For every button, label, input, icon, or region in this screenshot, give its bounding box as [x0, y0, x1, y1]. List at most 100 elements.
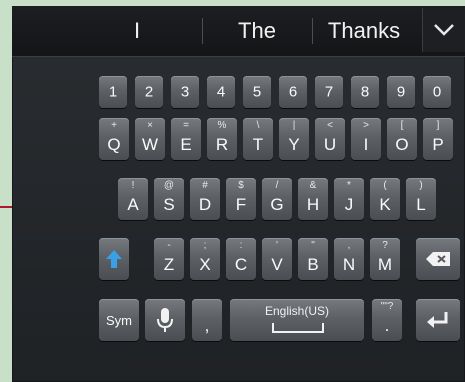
suggestion-divider [312, 18, 313, 44]
key-l[interactable]: ) L [406, 178, 436, 220]
key-label: G [270, 195, 284, 214]
shift-arrow-icon [99, 238, 129, 280]
key-c[interactable]: :C [226, 238, 256, 280]
key-label: 3 [180, 83, 190, 101]
key-label: S [163, 195, 175, 214]
key-label: M [377, 255, 393, 274]
shift-key[interactable] [99, 238, 129, 280]
key-j[interactable]: * J [334, 178, 364, 220]
key-k[interactable]: (K [370, 178, 400, 220]
key-a[interactable]: ! A [118, 178, 148, 220]
key-secondary-label: * [347, 180, 351, 191]
key-label: O [395, 135, 409, 154]
space-key[interactable]: English(US) [230, 299, 364, 341]
key-secondary-label: > [363, 120, 369, 131]
key-o[interactable]: [O [387, 118, 417, 160]
key-x[interactable]: ; X [190, 238, 220, 280]
suggestion-item[interactable]: The [202, 6, 312, 56]
key-i[interactable]: > I [351, 118, 381, 160]
voice-input-key[interactable] [145, 299, 185, 341]
key-b[interactable]: " B [298, 238, 328, 280]
key-label: . [384, 316, 390, 335]
period-key[interactable]: ""?. [372, 299, 402, 341]
key-secondary-label: | [292, 120, 296, 131]
key-2[interactable]: 2 [135, 76, 163, 108]
key-secondary-label: × [147, 120, 153, 131]
key-n[interactable]: ,N [334, 238, 364, 280]
key-label: L [416, 195, 426, 214]
key-v[interactable]: ' V [262, 238, 292, 280]
key-m[interactable]: ? M [370, 238, 400, 280]
key-h[interactable]: & H [298, 178, 328, 220]
comma-key[interactable]: , [192, 299, 222, 341]
key-e[interactable]: = E [171, 118, 201, 160]
key-label: 1 [108, 83, 118, 101]
key-secondary-label: & [309, 180, 317, 191]
key-p[interactable]: ] P [423, 118, 453, 160]
key-6[interactable]: 6 [279, 76, 307, 108]
key-0[interactable]: 0 [423, 76, 451, 108]
key-secondary-label: : [239, 240, 243, 251]
key-q[interactable]: + Q [99, 118, 129, 160]
key-s[interactable]: @ S [154, 178, 184, 220]
key-3[interactable]: 3 [171, 76, 199, 108]
key-label: J [344, 195, 354, 214]
key-secondary-label: @ [163, 180, 175, 191]
backspace-key[interactable] [416, 238, 460, 280]
key-secondary-label: ! [131, 180, 135, 191]
key-label: C [234, 255, 248, 274]
key-label: K [379, 195, 391, 214]
key-label: Y [288, 135, 300, 154]
enter-key[interactable] [416, 299, 460, 341]
key-secondary-label: " [311, 240, 315, 251]
key-secondary-label: ] [436, 120, 440, 131]
key-label: H [306, 195, 320, 214]
key-r[interactable]: % R [207, 118, 237, 160]
key-t[interactable]: \ T [243, 118, 273, 160]
key-y[interactable]: | Y [279, 118, 309, 160]
key-z[interactable]: -Z [154, 238, 184, 280]
key-7[interactable]: 7 [315, 76, 343, 108]
key-secondary-label: , [347, 240, 351, 251]
key-label: , [204, 316, 210, 335]
key-label: D [198, 195, 212, 214]
key-w[interactable]: × W [135, 118, 165, 160]
key-secondary-label: - [167, 240, 171, 251]
enter-icon [416, 299, 460, 341]
key-9[interactable]: 9 [387, 76, 415, 108]
chevron-down-icon [434, 24, 454, 36]
key-8[interactable]: 8 [351, 76, 379, 108]
key-1[interactable]: 1 [99, 76, 127, 108]
key-label: A [127, 195, 139, 214]
key-label: P [432, 135, 444, 154]
key-5[interactable]: 5 [243, 76, 271, 108]
key-secondary-label: % [217, 120, 227, 131]
key-label: N [342, 255, 356, 274]
key-g[interactable]: / G [262, 178, 292, 220]
key-label: 9 [396, 83, 406, 101]
suggestion-item[interactable]: I [92, 6, 182, 56]
key-f[interactable]: $ F [226, 178, 256, 220]
virtual-keyboard: I The Thanks 1 2 3 4 5 6 7 8 9 0 + Q × W = E% R \ T | Y < U > I[… [12, 6, 465, 382]
key-d[interactable]: # D [190, 178, 220, 220]
suggestion-item[interactable]: Thanks [314, 6, 414, 56]
collapse-suggestions-button[interactable] [422, 8, 465, 52]
space-bar-icon [272, 323, 324, 333]
key-label: 5 [252, 83, 262, 101]
key-u[interactable]: < U [315, 118, 345, 160]
key-label: Z [163, 255, 175, 274]
key-secondary-label: ? [382, 240, 388, 251]
key-label: B [307, 255, 319, 274]
key-label: U [323, 135, 337, 154]
key-secondary-label: = [183, 120, 189, 131]
key-4[interactable]: 4 [207, 76, 235, 108]
key-label: Q [107, 135, 121, 154]
key-label: 0 [432, 83, 442, 101]
key-label: 8 [360, 83, 370, 101]
key-secondary-label: < [327, 120, 333, 131]
key-label: E [180, 135, 192, 154]
key-secondary-label: + [111, 120, 117, 131]
sym-key[interactable]: Sym [99, 299, 139, 341]
key-label: 6 [288, 83, 298, 101]
key-label: I [363, 135, 369, 154]
